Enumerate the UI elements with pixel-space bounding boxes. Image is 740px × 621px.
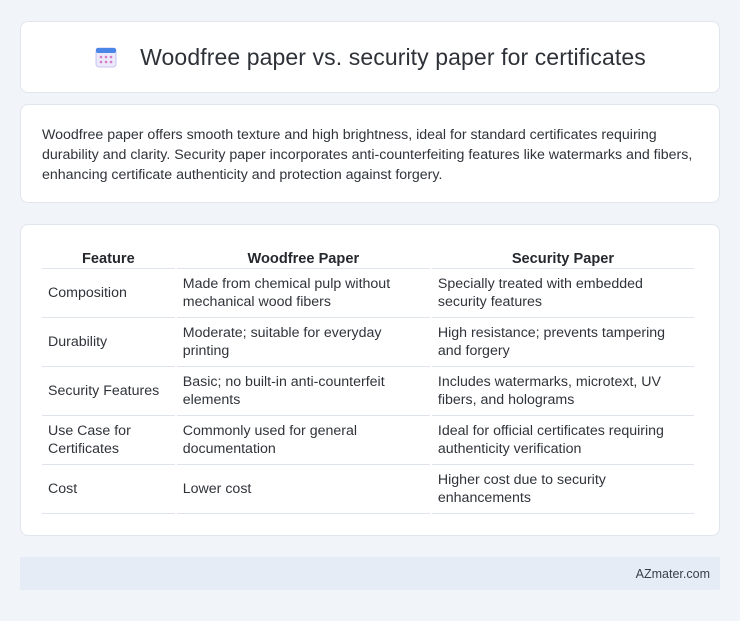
row-feature-cell: Composition — [42, 269, 175, 318]
page-title: Woodfree paper vs. security paper for ce… — [140, 43, 646, 70]
row-woodfree-cell: Basic; no built-in anti-counterfeit elem… — [176, 367, 430, 416]
row-feature-cell: Cost — [42, 465, 175, 514]
row-woodfree-cell: Moderate; suitable for everyday printing — [176, 318, 430, 367]
table-row: Cost Lower cost Higher cost due to secur… — [42, 465, 694, 514]
row-woodfree-cell: Made from chemical pulp without mechanic… — [176, 269, 430, 318]
row-woodfree-cell: Commonly used for general documentation — [176, 416, 430, 465]
footer: AZmater.com — [20, 557, 720, 590]
comparison-table: Feature Woodfree Paper Security Paper Co… — [40, 245, 696, 514]
row-security-cell: Includes watermarks, microtext, UV fiber… — [431, 367, 694, 416]
table-row: Security Features Basic; no built-in ant… — [42, 367, 694, 416]
header-woodfree: Woodfree Paper — [176, 245, 430, 269]
footer-brand: AZmater.com — [635, 566, 710, 581]
table-row: Composition Made from chemical pulp with… — [42, 269, 694, 318]
row-security-cell: Higher cost due to security enhancements — [431, 465, 694, 514]
header-feature: Feature — [42, 245, 175, 269]
table-row: Durability Moderate; suitable for everyd… — [42, 318, 694, 367]
row-security-cell: Specially treated with embedded security… — [431, 269, 694, 318]
row-security-cell: High resistance; prevents tampering and … — [431, 318, 694, 367]
summary-text: Woodfree paper offers smooth texture and… — [42, 127, 693, 183]
calendar-icon — [94, 45, 118, 69]
row-feature-cell: Durability — [42, 318, 175, 367]
header-security: Security Paper — [431, 245, 694, 269]
table-row: Use Case for Certificates Commonly used … — [42, 416, 694, 465]
table-header-row: Feature Woodfree Paper Security Paper — [42, 245, 694, 269]
row-feature-cell: Security Features — [42, 367, 175, 416]
summary-card: Woodfree paper offers smooth texture and… — [20, 104, 720, 203]
comparison-card: Feature Woodfree Paper Security Paper Co… — [20, 224, 720, 536]
row-security-cell: Ideal for official certificates requirin… — [431, 416, 694, 465]
title-card: Woodfree paper vs. security paper for ce… — [20, 21, 720, 93]
row-feature-cell: Use Case for Certificates — [42, 416, 175, 465]
row-woodfree-cell: Lower cost — [176, 465, 430, 514]
